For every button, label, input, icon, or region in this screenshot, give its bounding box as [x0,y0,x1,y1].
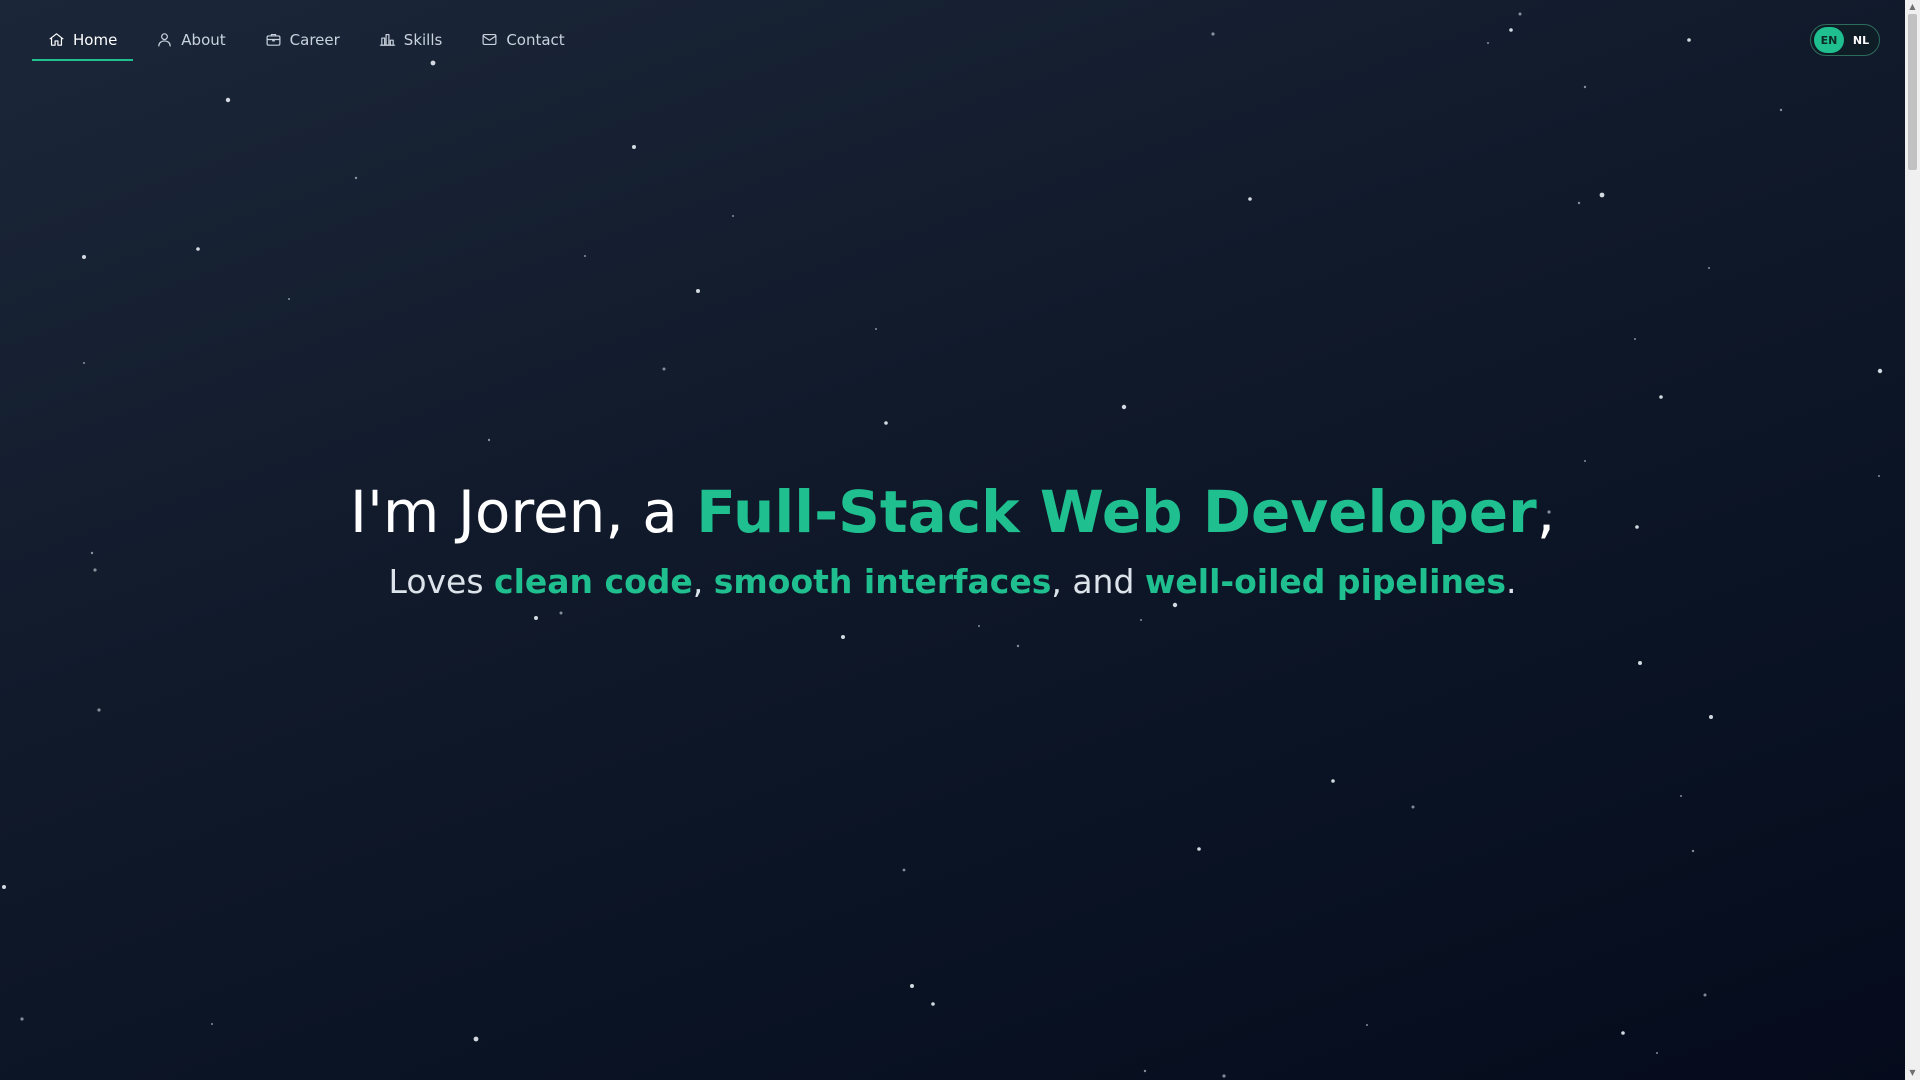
star-dot [1691,849,1695,853]
star-dot [1703,993,1707,997]
star-dot [884,421,888,425]
tagline-item-clean-code: clean code [494,562,693,601]
nav-item-contact[interactable]: Contact [465,20,580,61]
star-dot [225,97,231,103]
nav-item-skills[interactable]: Skills [363,20,459,61]
hero-section: I'm Joren, a Full-Stack Web Developer, L… [0,470,1905,610]
star-dot [473,1036,479,1042]
bar-chart-icon [379,33,395,46]
star-dot [1599,192,1605,198]
star-dot [1634,338,1636,340]
nav-item-label: Skills [403,30,443,49]
scroll-down-arrow-icon[interactable]: ▼ [1905,1066,1920,1080]
nav-item-label: About [181,30,226,49]
language-option-en[interactable]: EN [1814,27,1844,53]
tagline-item-pipelines: well-oiled pipelines [1144,562,1506,601]
star-dot [430,60,436,66]
tagline-prefix: Loves [388,562,495,601]
briefcase-icon [266,33,281,46]
star-dot [1331,779,1335,783]
star-dot [1509,28,1513,32]
star-dot [978,625,980,627]
language-option-nl[interactable]: NL [1846,27,1876,53]
tagline-item-smooth-interfaces: smooth interfaces [713,562,1052,601]
nav-item-home[interactable]: Home [32,20,134,61]
nav-item-label: Career [289,30,340,49]
star-dot [1709,715,1713,719]
star-dot [1248,197,1252,201]
star-dot [1487,42,1489,44]
star-dot [2,885,6,889]
star-dot [288,298,290,300]
star-dot [875,328,877,330]
user-icon [158,33,172,47]
star-dot [1583,85,1587,89]
home-icon [49,33,64,46]
scroll-up-arrow-icon[interactable]: ▲ [1905,0,1920,14]
star-dot [1121,404,1127,410]
star-dot [83,362,85,364]
star-dot [841,635,845,639]
star-dot [534,616,538,620]
star-dot [1708,267,1710,269]
star-dot [1584,460,1586,462]
star-dot [910,984,914,988]
star-dot [1143,1069,1147,1073]
star-dot [1680,795,1682,797]
star-dot [1140,619,1142,621]
star-dot [1656,1052,1658,1054]
star-dot [1577,201,1581,205]
page-scrollbar[interactable]: ▲ ▼ [1905,0,1920,1080]
star-dot [20,1017,24,1021]
main-navigation: Home About Career Skills Contact [32,20,588,61]
star-dot [82,255,86,259]
headline-prefix: I'm Joren, a [349,478,697,546]
star-dot [931,1002,935,1006]
star-dot [559,611,563,615]
language-toggle[interactable]: EN NL [1810,24,1880,56]
star-dot [1638,661,1642,665]
star-dot [1197,847,1201,851]
star-dot [354,176,358,180]
star-dot [1222,1074,1226,1078]
star-dot [662,367,666,371]
scrollbar-thumb[interactable] [1908,14,1917,170]
star-dot [1877,368,1883,374]
headline-role: Full-Stack Web Developer [696,478,1537,546]
star-dot [732,215,734,217]
star-dot [696,289,700,293]
hero-headline: I'm Joren, a Full-Stack Web Developer, [0,470,1905,554]
mail-icon [482,33,497,46]
nav-item-about[interactable]: About [140,20,241,61]
star-dot [584,255,586,257]
star-dot [1411,805,1415,809]
star-dot [902,868,906,872]
star-dot [1366,1024,1368,1026]
nav-item-label: Contact [506,30,565,49]
star-dot [1779,108,1783,112]
star-dot [1621,1031,1625,1035]
headline-suffix: , [1536,478,1556,546]
hero-tagline: Loves clean code, smooth interfaces, and… [0,554,1905,610]
star-dot [1687,38,1691,42]
nav-item-career[interactable]: Career [249,20,356,61]
star-dot [196,247,200,251]
star-dot [487,438,491,442]
star-dot [97,708,101,712]
tagline-separator: , and [1051,562,1145,601]
star-dot [211,1023,213,1025]
nav-item-label: Home [73,30,118,49]
tagline-suffix: . [1505,562,1517,601]
star-dot [1518,12,1522,16]
star-dot [1211,32,1215,36]
tagline-separator: , [692,562,714,601]
star-dot [1016,644,1020,648]
star-dot [632,145,636,149]
star-dot [1659,395,1663,399]
